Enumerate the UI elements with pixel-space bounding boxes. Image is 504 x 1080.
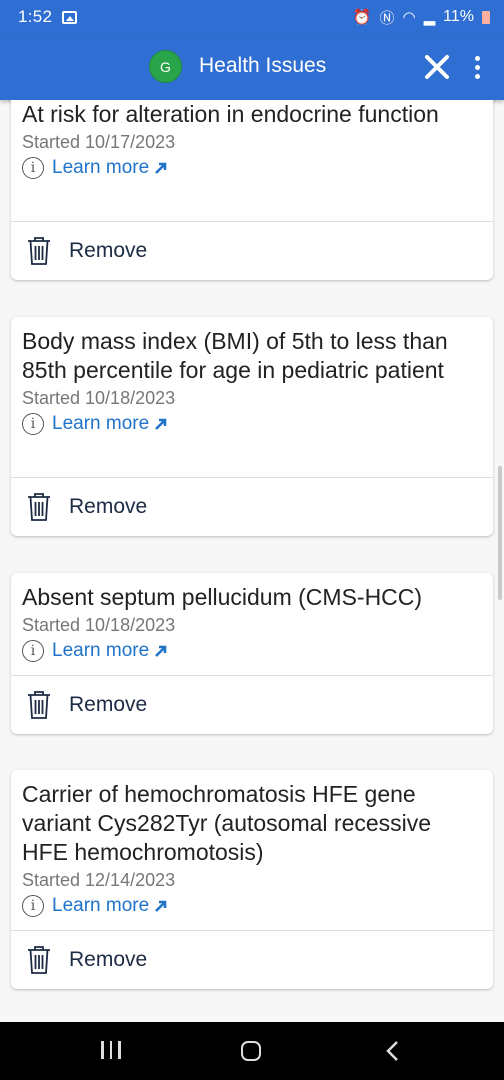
info-icon: i: [22, 895, 44, 917]
learn-more-row: i Learn more: [22, 892, 481, 920]
remove-button[interactable]: Remove: [11, 676, 493, 734]
issue-title: Absent septum pellucidum (CMS-HCC): [22, 584, 423, 610]
remove-label: Remove: [69, 495, 148, 518]
learn-more-row: i Learn more: [22, 154, 481, 182]
issue-start-date: Started 10/17/2023: [22, 132, 176, 152]
page-title: Health Issues: [199, 54, 327, 77]
external-link-icon: [155, 900, 167, 912]
signal-icon: ▂: [423, 9, 436, 26]
issue-title: At risk for alteration in endocrine func…: [22, 101, 439, 127]
info-icon: i: [22, 640, 44, 662]
app-bar: G Health Issues: [0, 34, 504, 100]
remove-label: Remove: [69, 693, 148, 716]
remove-label: Remove: [69, 239, 148, 262]
status-bar: 1:52 ⏰ Ⓝ ◠ ▂ 11%: [0, 0, 504, 34]
close-icon: [425, 55, 449, 79]
nfc-icon: Ⓝ: [379, 9, 395, 27]
learn-more-link[interactable]: Learn more: [52, 895, 149, 917]
external-link-icon: [155, 645, 167, 657]
learn-more-row: i Learn more: [22, 637, 481, 665]
issues-list[interactable]: At risk for alteration in endocrine func…: [0, 100, 504, 1022]
status-icons: ⏰ Ⓝ ◠ ▂ 11%: [353, 7, 490, 28]
remove-label: Remove: [69, 948, 148, 971]
scrollbar[interactable]: [498, 466, 502, 600]
more-vert-icon: [474, 55, 480, 61]
external-link-icon: [155, 418, 167, 430]
avatar[interactable]: G: [149, 50, 182, 83]
system-nav-bar: [0, 1022, 504, 1080]
more-menu-button[interactable]: [466, 50, 488, 84]
trash-icon: [28, 946, 50, 974]
issue-title: Body mass index (BMI) of 5th to less tha…: [22, 328, 448, 383]
remove-button[interactable]: Remove: [11, 478, 493, 536]
learn-more-link[interactable]: Learn more: [52, 413, 149, 435]
learn-more-link[interactable]: Learn more: [52, 640, 149, 662]
issue-start-date: Started 12/14/2023: [22, 870, 176, 890]
trash-icon: [28, 493, 50, 521]
battery-icon: [482, 10, 490, 24]
home-icon[interactable]: [241, 1041, 261, 1061]
issue-card: Carrier of hemochromatosis HFE gene vari…: [11, 770, 493, 989]
issue-start-date: Started 10/18/2023: [22, 388, 176, 408]
trash-icon: [28, 691, 50, 719]
status-time: 1:52: [18, 7, 53, 26]
info-icon: i: [22, 157, 44, 179]
issue-title: Carrier of hemochromatosis HFE gene vari…: [22, 781, 432, 865]
issue-card: At risk for alteration in endocrine func…: [11, 100, 493, 280]
close-button[interactable]: [420, 50, 454, 84]
wifi-icon: ◠: [402, 9, 416, 26]
trash-icon: [28, 237, 50, 265]
alarm-icon: ⏰: [352, 9, 372, 26]
recents-icon[interactable]: [101, 1041, 121, 1059]
back-icon[interactable]: [384, 1039, 400, 1063]
external-link-icon: [155, 162, 167, 174]
issue-card: Absent septum pellucidum (CMS-HCC) Start…: [11, 573, 493, 734]
gallery-icon: [62, 10, 78, 24]
info-icon: i: [22, 413, 44, 435]
battery-percent: 11%: [443, 8, 474, 25]
learn-more-link[interactable]: Learn more: [52, 157, 149, 179]
learn-more-row: i Learn more: [22, 410, 481, 438]
issue-start-date: Started 10/18/2023: [22, 615, 176, 635]
issue-card: Body mass index (BMI) of 5th to less tha…: [11, 317, 493, 536]
remove-button[interactable]: Remove: [11, 222, 493, 280]
remove-button[interactable]: Remove: [11, 931, 493, 989]
